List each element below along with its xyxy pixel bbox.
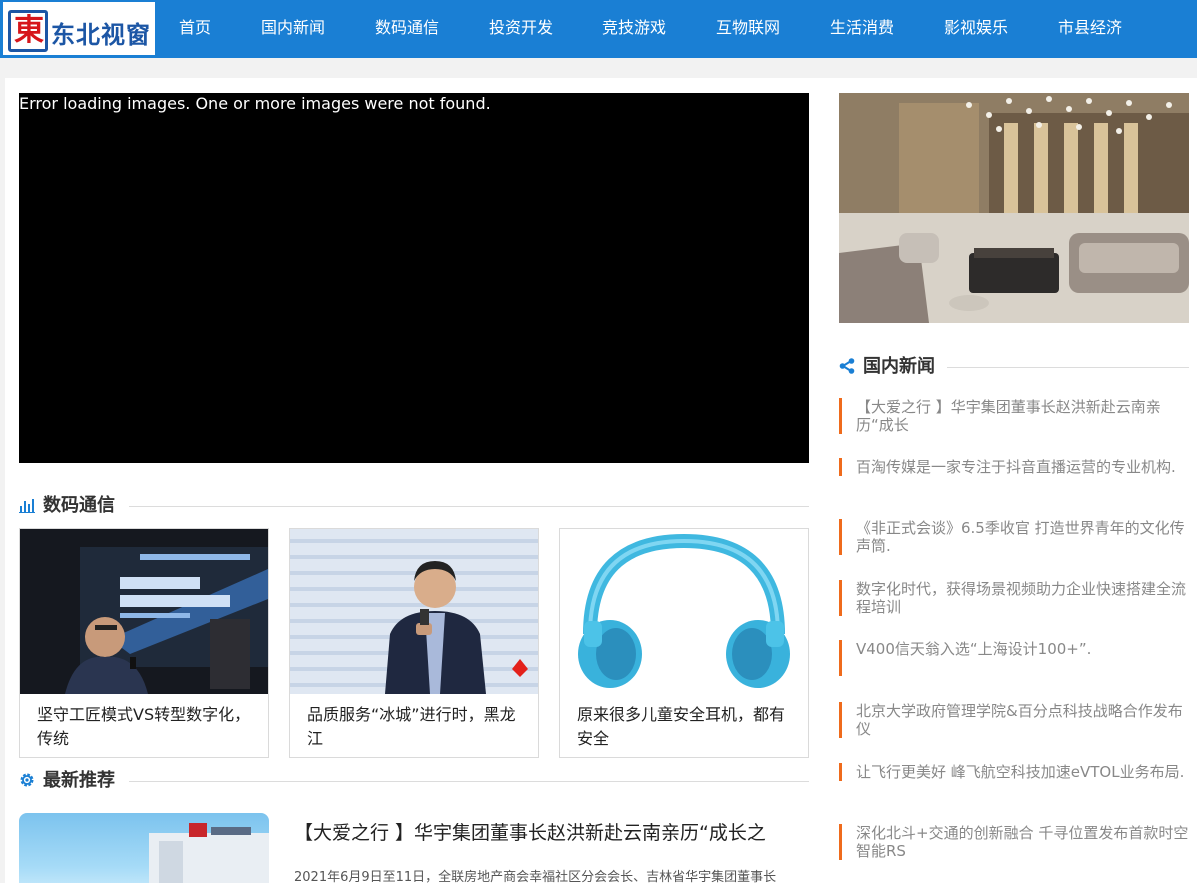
image-slider[interactable]: Error loading images. One or more images… — [19, 93, 809, 463]
site-logo[interactable]: 東 东北视窗 — [3, 2, 155, 58]
section-rule — [19, 781, 809, 782]
nav-item-county-economy[interactable]: 市县经济 — [1058, 0, 1122, 58]
card-caption: 坚守工匠模式VS转型数字化，传统 — [37, 705, 251, 748]
nav-item-investment[interactable]: 投资开发 — [489, 0, 553, 58]
news-card[interactable]: 原来很多儿童安全耳机，都有安全 — [559, 528, 809, 758]
section-title-wrap: 国内新闻 — [839, 354, 947, 380]
logo-mark: 東 — [8, 10, 48, 52]
sidebar-news-item[interactable]: 深化北斗+交通的创新融合 千寻位置发布首款时空智能RS — [839, 824, 1191, 860]
nav-item-esports[interactable]: 竞技游戏 — [602, 0, 666, 58]
share-icon — [839, 358, 855, 374]
section-title: 最新推荐 — [43, 770, 115, 791]
logo-char: 東 — [14, 13, 44, 48]
logo-text: 东北视窗 — [51, 20, 151, 49]
nav-item-iot[interactable]: 互物联网 — [716, 0, 780, 58]
section-title-wrap: 数码通信 — [19, 493, 129, 519]
card-image — [290, 529, 538, 694]
recommend-image[interactable] — [19, 813, 269, 883]
bar-chart-icon — [19, 499, 35, 513]
gear-icon — [20, 773, 34, 787]
sidebar-header: 国内新闻 — [839, 354, 1189, 380]
card-caption: 原来很多儿童安全耳机，都有安全 — [577, 705, 786, 748]
nav-item-domestic-news[interactable]: 国内新闻 — [261, 0, 325, 58]
nav-item-digital[interactable]: 数码通信 — [375, 0, 439, 58]
slider-error-text: Error loading images. One or more images… — [19, 94, 491, 113]
sidebar-image[interactable] — [839, 93, 1189, 323]
recommend-description: 2021年6月9日至11日，全联房地产商会幸福社区分会会长、吉林省华宇集团董事长 — [294, 870, 777, 883]
nav-item-home[interactable]: 首页 — [179, 0, 211, 58]
top-navbar: 東 东北视窗 首页 国内新闻 数码通信 投资开发 竞技游戏 互物联网 生活消费 … — [0, 0, 1197, 58]
card-image — [20, 529, 268, 694]
recommend-title[interactable]: 【大爱之行 】华宇集团董事长赵洪新赴云南亲历“成长之 — [294, 818, 766, 845]
nav-item-entertainment[interactable]: 影视娱乐 — [944, 0, 1008, 58]
card-image — [560, 529, 808, 694]
news-card[interactable]: 坚守工匠模式VS转型数字化，传统 — [19, 528, 269, 758]
section-header-recommend: 最新推荐 — [19, 768, 809, 794]
section-header-digital: 数码通信 — [19, 493, 809, 519]
sidebar-news-item[interactable]: 北京大学政府管理学院&百分点科技战略合作发布仪 — [839, 702, 1191, 738]
sidebar-news-item[interactable]: 【大爱之行 】华宇集团董事长赵洪新赴云南亲历“成长 — [839, 398, 1191, 434]
sidebar-title: 国内新闻 — [863, 356, 935, 377]
card-caption: 品质服务“冰城”进行时，黑龙江 — [307, 705, 516, 748]
section-title-wrap: 最新推荐 — [19, 768, 129, 794]
section-title: 数码通信 — [43, 495, 115, 516]
sidebar-news-item[interactable]: 数字化时代，获得场景视频助力企业快速搭建全流程培训 — [839, 580, 1191, 616]
sidebar-news-item[interactable]: 让飞行更美好 峰飞航空科技加速eVTOL业务布局. — [839, 763, 1191, 781]
nav-item-lifestyle[interactable]: 生活消费 — [830, 0, 894, 58]
section-rule — [19, 506, 809, 507]
news-card[interactable]: 品质服务“冰城”进行时，黑龙江 — [289, 528, 539, 758]
sidebar-news-item[interactable]: 《非正式会谈》6.5季收官 打造世界青年的文化传声筒. — [839, 519, 1191, 555]
sidebar-news-item[interactable]: V400信天翁入选“上海设计100+”. — [839, 640, 1191, 676]
sidebar-news-item[interactable]: 百淘传媒是一家专注于抖音直播运营的专业机构. — [839, 458, 1191, 476]
